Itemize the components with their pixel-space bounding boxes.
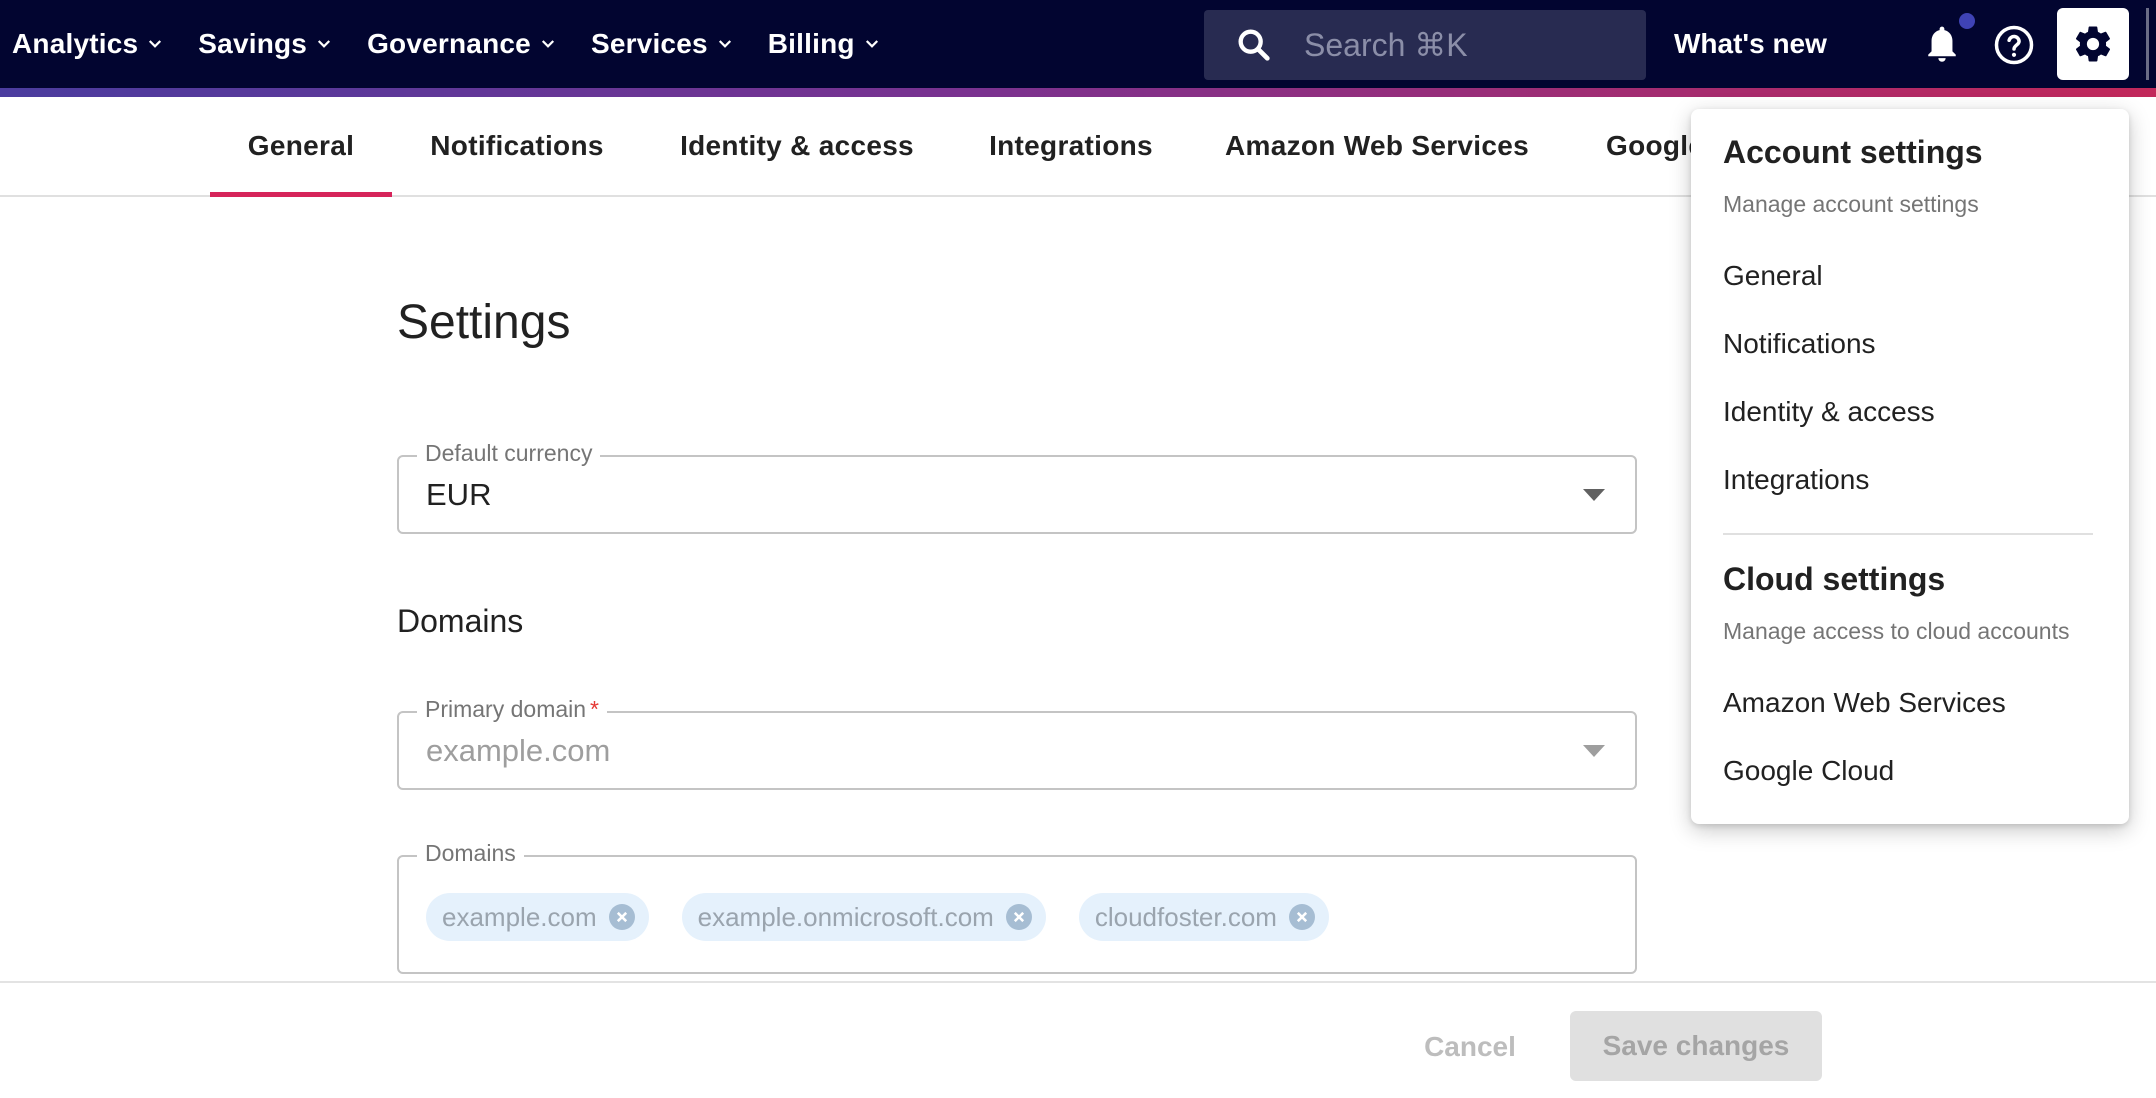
chevron-down-icon xyxy=(318,40,331,48)
menu-item-identity-access[interactable]: Identity & access xyxy=(1723,396,1935,428)
nav-analytics[interactable]: Analytics xyxy=(12,28,164,60)
help-icon[interactable] xyxy=(1993,24,2035,66)
chevron-down-icon xyxy=(541,40,554,48)
page-title: Settings xyxy=(397,296,571,349)
search-icon xyxy=(1238,29,1270,61)
chevron-down-icon xyxy=(865,40,878,48)
domains-multiselect[interactable]: Domains example.com example.onmicrosoft.… xyxy=(397,840,1637,974)
bell-icon[interactable] xyxy=(1920,20,1964,68)
tab-amazon-web-services[interactable]: Amazon Web Services xyxy=(1222,97,1532,195)
tab-identity-access[interactable]: Identity & access xyxy=(664,97,930,195)
caret-down-icon xyxy=(1583,488,1605,501)
top-navigation-bar: Analytics Savings Governance Services Bi… xyxy=(0,0,2156,88)
primary-domain-select[interactable]: Primary domain * example.com xyxy=(397,696,1637,790)
save-changes-button[interactable]: Save changes xyxy=(1570,1011,1822,1081)
default-currency-value: EUR xyxy=(426,476,492,512)
chevron-down-icon xyxy=(149,40,162,48)
menu-item-google-cloud[interactable]: Google Cloud xyxy=(1723,755,1894,787)
tab-general[interactable]: General xyxy=(210,97,392,197)
menu-item-general[interactable]: General xyxy=(1723,260,1823,292)
domain-chip[interactable]: example.com xyxy=(426,893,649,941)
nav-billing[interactable]: Billing xyxy=(768,28,881,60)
remove-chip-icon[interactable] xyxy=(1288,904,1315,930)
cloud-settings-heading: Cloud settings xyxy=(1723,561,1946,597)
domain-chip[interactable]: example.onmicrosoft.com xyxy=(681,893,1046,941)
domain-chip-label: example.com xyxy=(442,901,597,932)
nav-divider xyxy=(2146,8,2149,80)
tab-notifications[interactable]: Notifications xyxy=(414,97,620,195)
main-menu: Analytics Savings Governance Services Bi… xyxy=(12,0,915,88)
notification-dot xyxy=(1959,13,1975,29)
domain-chip[interactable]: cloudfoster.com xyxy=(1078,893,1329,941)
nav-analytics-label: Analytics xyxy=(12,28,139,59)
menu-divider xyxy=(1723,533,2093,535)
settings-dropdown-menu: Account settings Manage account settings… xyxy=(1691,109,2129,824)
menu-item-notifications[interactable]: Notifications xyxy=(1723,328,1876,360)
caret-down-icon xyxy=(1583,744,1605,757)
cloud-settings-subtitle: Manage access to cloud accounts xyxy=(1723,618,2070,644)
nav-governance[interactable]: Governance xyxy=(367,28,557,60)
domain-chips: example.com example.onmicrosoft.com clou… xyxy=(426,893,1362,941)
domain-chip-label: example.onmicrosoft.com xyxy=(697,901,994,932)
whats-new-link[interactable]: What's new xyxy=(1674,0,1827,88)
account-settings-heading: Account settings xyxy=(1723,134,1983,170)
nav-billing-label: Billing xyxy=(767,28,855,59)
primary-domain-placeholder: example.com xyxy=(426,732,611,768)
chevron-down-icon xyxy=(718,40,731,48)
menu-item-integrations[interactable]: Integrations xyxy=(1723,464,1869,496)
default-currency-select[interactable]: Default currency EUR xyxy=(397,440,1637,534)
search-placeholder: Search ⌘K xyxy=(1304,27,1468,63)
search-input[interactable]: Search ⌘K xyxy=(1204,10,1646,80)
remove-chip-icon[interactable] xyxy=(1005,904,1032,930)
remove-chip-icon[interactable] xyxy=(608,904,635,930)
nav-services-label: Services xyxy=(590,28,708,59)
brand-gradient-bar xyxy=(0,88,2156,97)
tab-integrations[interactable]: Integrations xyxy=(978,97,1164,195)
gear-icon xyxy=(2075,26,2111,62)
nav-services[interactable]: Services xyxy=(591,28,734,60)
domains-heading: Domains xyxy=(397,603,524,639)
nav-savings[interactable]: Savings xyxy=(198,28,333,60)
menu-item-amazon-web-services[interactable]: Amazon Web Services xyxy=(1723,687,2006,719)
footer-divider xyxy=(0,981,2156,983)
cancel-button[interactable]: Cancel xyxy=(1410,1012,1530,1082)
nav-savings-label: Savings xyxy=(198,28,308,59)
nav-governance-label: Governance xyxy=(367,28,531,59)
account-settings-subtitle: Manage account settings xyxy=(1723,191,1979,217)
domains-field-label: Domains xyxy=(417,840,524,867)
settings-button[interactable] xyxy=(2057,8,2129,80)
domain-chip-label: cloudfoster.com xyxy=(1094,901,1277,932)
